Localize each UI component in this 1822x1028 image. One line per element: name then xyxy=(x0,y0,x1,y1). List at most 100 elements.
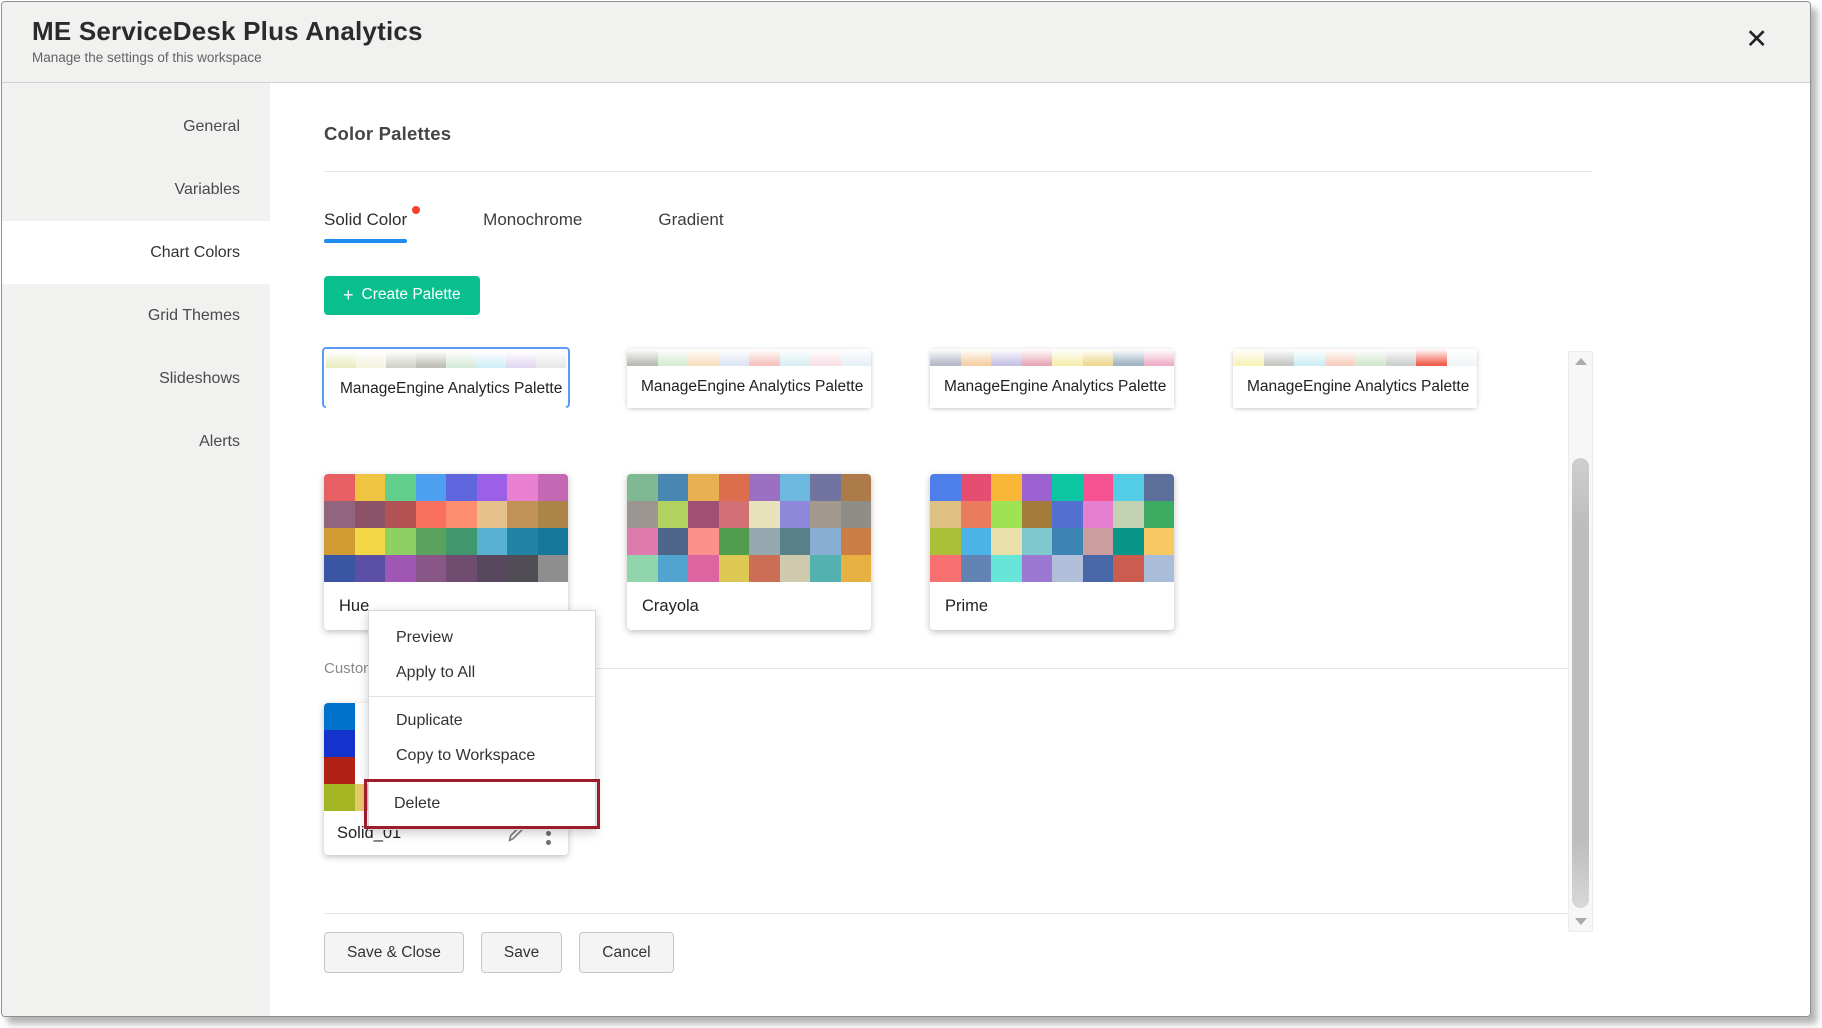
palette-swatch-grid xyxy=(627,474,871,582)
custom-section-divider xyxy=(448,668,1592,669)
color-swatch xyxy=(841,528,872,555)
palette-card-prime[interactable]: Prime xyxy=(930,474,1174,630)
color-swatch xyxy=(991,555,1022,582)
color-swatch xyxy=(841,349,872,366)
menu-item-apply-to-all[interactable]: Apply to All xyxy=(369,655,595,690)
color-swatch xyxy=(991,501,1022,528)
workspace-settings-dialog: ME ServiceDesk Plus Analytics Manage the… xyxy=(1,1,1811,1017)
color-swatch xyxy=(476,351,506,368)
color-swatch xyxy=(627,501,658,528)
tab-monochrome[interactable]: Monochrome xyxy=(483,210,582,243)
palette-swatch-strip xyxy=(326,351,566,368)
vertical-scrollbar[interactable] xyxy=(1568,351,1593,932)
color-swatch xyxy=(446,351,476,368)
color-swatch xyxy=(688,528,719,555)
color-swatch xyxy=(930,555,961,582)
color-swatch xyxy=(1113,555,1144,582)
color-swatch xyxy=(841,555,872,582)
color-swatch xyxy=(1022,528,1053,555)
menu-item-preview[interactable]: Preview xyxy=(369,620,595,655)
sidebar-item-grid-themes[interactable]: Grid Themes xyxy=(2,284,270,347)
menu-item-duplicate[interactable]: Duplicate xyxy=(369,703,595,738)
tab-gradient[interactable]: Gradient xyxy=(658,210,723,243)
close-icon[interactable]: ✕ xyxy=(1745,26,1768,53)
color-swatch xyxy=(507,555,538,582)
color-swatch xyxy=(324,501,355,528)
color-swatch xyxy=(507,474,538,501)
palette-swatch-grid xyxy=(324,474,568,582)
color-swatch xyxy=(930,528,961,555)
color-swatch xyxy=(780,501,811,528)
color-swatch xyxy=(1052,555,1083,582)
color-swatch xyxy=(536,351,566,368)
color-swatch xyxy=(1052,501,1083,528)
color-swatch xyxy=(1022,349,1053,366)
scroll-up-icon[interactable] xyxy=(1575,358,1587,365)
color-swatch xyxy=(658,349,689,366)
footer-divider xyxy=(324,913,1592,914)
color-swatch xyxy=(355,528,386,555)
color-swatch xyxy=(356,351,386,368)
color-swatch xyxy=(507,528,538,555)
color-swatch xyxy=(446,474,477,501)
preset-palette-card[interactable]: ManageEngine Analytics Palette xyxy=(627,349,871,408)
menu-item-delete[interactable]: Delete xyxy=(367,785,597,823)
delete-highlight-box: Delete xyxy=(364,779,600,829)
cancel-button[interactable]: Cancel xyxy=(579,932,673,973)
color-swatch xyxy=(416,474,447,501)
color-swatch xyxy=(688,349,719,366)
preset-palette-card[interactable]: ManageEngine Analytics Palette xyxy=(1233,349,1477,408)
color-swatch xyxy=(1113,474,1144,501)
color-swatch xyxy=(719,349,750,366)
color-swatch xyxy=(688,474,719,501)
save-close-button[interactable]: Save & Close xyxy=(324,932,464,973)
palette-card-hue[interactable]: Hue xyxy=(324,474,568,630)
color-swatch xyxy=(1233,349,1264,366)
sidebar-item-variables[interactable]: Variables xyxy=(2,158,270,221)
color-swatch xyxy=(1052,528,1083,555)
color-swatch xyxy=(477,555,508,582)
color-swatch xyxy=(477,474,508,501)
scroll-down-icon[interactable] xyxy=(1575,918,1587,925)
color-swatch xyxy=(446,555,477,582)
palette-card-crayola[interactable]: Crayola xyxy=(627,474,871,630)
color-swatch xyxy=(324,784,355,811)
color-swatch xyxy=(1113,528,1144,555)
sidebar-item-general[interactable]: General xyxy=(2,95,270,158)
tab-solid-color[interactable]: Solid Color xyxy=(324,210,407,243)
sidebar-item-slideshows[interactable]: Slideshows xyxy=(2,347,270,410)
color-swatch xyxy=(1447,349,1478,366)
color-swatch xyxy=(627,349,658,366)
preset-palette-card[interactable]: ManageEngine Analytics Palette xyxy=(930,349,1174,408)
dialog-body: GeneralVariablesChart ColorsGrid ThemesS… xyxy=(2,83,1810,1017)
page-title: Color Palettes xyxy=(324,123,1592,145)
scrollbar-thumb[interactable] xyxy=(1572,458,1589,908)
color-swatch xyxy=(1083,349,1114,366)
color-swatch xyxy=(719,528,750,555)
sidebar-item-alerts[interactable]: Alerts xyxy=(2,410,270,473)
color-swatch xyxy=(749,349,780,366)
main-content: Color Palettes Solid Color Monochrome Grad… xyxy=(324,123,1592,973)
color-swatch xyxy=(1355,349,1386,366)
color-swatch xyxy=(841,501,872,528)
save-button[interactable]: Save xyxy=(481,932,562,973)
dialog-title: ME ServiceDesk Plus Analytics xyxy=(32,16,1810,47)
color-swatch xyxy=(930,349,961,366)
color-swatch xyxy=(1083,528,1114,555)
palette-swatch-strip xyxy=(930,349,1174,366)
color-swatch xyxy=(658,528,689,555)
color-swatch xyxy=(627,474,658,501)
menu-item-copy-to-workspace[interactable]: Copy to Workspace xyxy=(369,738,595,773)
color-swatch xyxy=(1022,555,1053,582)
palette-name: Prime xyxy=(930,582,1174,630)
create-palette-button[interactable]: + Create Palette xyxy=(324,276,480,315)
sidebar-item-chart-colors[interactable]: Chart Colors xyxy=(2,221,270,284)
color-swatch xyxy=(1022,501,1053,528)
color-swatch xyxy=(749,528,780,555)
color-swatch xyxy=(324,730,355,757)
color-swatch xyxy=(1113,501,1144,528)
preset-palette-card[interactable]: ManageEngine Analytics Palette xyxy=(322,347,570,408)
color-swatch xyxy=(355,555,386,582)
color-swatch xyxy=(658,474,689,501)
palette-name: ManageEngine Analytics Palette xyxy=(1233,366,1477,408)
